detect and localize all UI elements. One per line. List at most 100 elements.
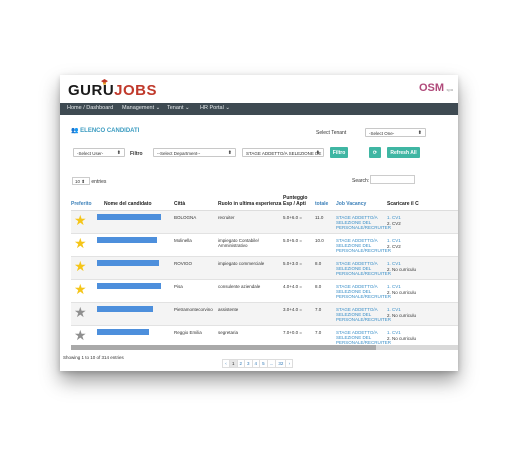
col-citta[interactable]: Città	[174, 201, 185, 207]
nav-item-hr-portal[interactable]: HR Portal ⌄	[200, 105, 230, 111]
favorite-star-icon[interactable]: ★	[74, 328, 87, 342]
user-select-value: -Select User-	[77, 151, 104, 156]
col-preferito[interactable]: Preferito	[71, 201, 92, 207]
table-row[interactable]: ★ Molinella impiegato Contabile/ Amministr…	[71, 234, 458, 257]
table-row[interactable]: ★ BOLOGNA recruiter 5.0+6.0 = 11.0 STAGE ADDE…	[71, 211, 458, 234]
filtro-button[interactable]: Filtro	[330, 147, 348, 158]
cv2-entry[interactable]: 2. No curriculu	[387, 313, 416, 318]
page-button[interactable]: ›	[285, 359, 294, 368]
col-scaricare[interactable]: Scaricare il C	[387, 201, 419, 207]
col-job-vacancy[interactable]: Job Vacancy	[336, 201, 366, 207]
cell-job-vacancy-link[interactable]: STAGE ADDETTO/A SELEZIONE DEL PERSONALE/…	[336, 284, 391, 299]
app-window: GURUJOBS OSM spa Home / Dashboard Manage…	[60, 75, 458, 371]
col-ruolo[interactable]: Ruolo in ultima esperienza	[218, 201, 281, 207]
entries-select[interactable]: 10 ⬍	[72, 177, 90, 185]
cell-job-vacancy-link[interactable]: STAGE ADDETTO/A SELEZIONE DEL PERSONALE/…	[336, 238, 391, 253]
nav-item-home[interactable]: Home / Dashboard	[67, 105, 113, 111]
cv2-entry[interactable]: 2. No curriculu	[387, 290, 416, 295]
refresh-icon-button[interactable]: ⟳	[369, 147, 381, 158]
cell-job-vacancy-link[interactable]: STAGE ADDETTO/A SELEZIONE DEL PERSONALE/…	[336, 307, 391, 322]
cv2-entry[interactable]: 2. No curriculu	[387, 336, 416, 341]
cell-job-vacancy-link[interactable]: STAGE ADDETTO/A SELEZIONE DEL PERSONALE/…	[336, 215, 391, 230]
cell-city: BOLOGNA	[174, 215, 197, 220]
favorite-star-icon[interactable]: ★	[74, 236, 87, 250]
search-label: Search:	[352, 178, 370, 184]
users-icon: 👥	[71, 128, 79, 134]
stage-select[interactable]: STAGE ADDETTO/A SELEZIONE DE ⬍	[242, 148, 324, 157]
candidate-name-redacted[interactable]	[97, 329, 149, 335]
department-select[interactable]: --Select Department-- ⬍	[153, 148, 236, 157]
cell-job-vacancy-link[interactable]: STAGE ADDETTO/A SELEZIONE DEL PERSONALE/…	[336, 330, 391, 345]
col-punteggio[interactable]: Punteggio Esp / Apti	[283, 195, 307, 207]
page-title-text: ELENCO CANDIDATI	[80, 128, 140, 134]
table-header: Preferito Nome del candidato Città Ruolo…	[71, 193, 458, 211]
cell-total: 10.0	[315, 238, 324, 243]
table-info: Showing 1 to 10 of 314 entries	[63, 355, 124, 360]
cv1-link[interactable]: 1. CV1	[387, 307, 401, 312]
entries-select-value: 10	[75, 179, 81, 184]
refresh-icon: ⟳	[372, 150, 378, 156]
refresh-all-button[interactable]: Refresh All	[387, 147, 420, 158]
cell-role: impiegato commerciale	[218, 261, 265, 266]
candidate-name-redacted[interactable]	[97, 283, 161, 289]
cell-score: 5.0+3.0 =	[283, 261, 303, 266]
pagination: ‹ 1 2 3 4 5... 32 ›	[222, 359, 294, 368]
select-caret-icon: ⬍	[227, 150, 232, 156]
graduation-hat-icon	[101, 79, 108, 85]
candidate-name-redacted[interactable]	[97, 214, 161, 220]
filtro-label: Filtro	[130, 151, 143, 157]
favorite-star-icon[interactable]: ★	[74, 305, 87, 319]
favorite-star-icon[interactable]: ★	[74, 282, 87, 296]
entries-label: entries	[91, 179, 107, 185]
cv2-entry[interactable]: 2. CV2	[387, 221, 401, 226]
candidate-name-redacted[interactable]	[97, 306, 153, 312]
page-title: 👥 ELENCO CANDIDATI	[71, 127, 139, 134]
cell-score: 4.0+4.0 =	[283, 284, 303, 289]
user-select[interactable]: -Select User- ⬍	[73, 148, 125, 157]
cv1-link[interactable]: 1. CV1	[387, 238, 401, 243]
table-row[interactable]: ★ ROVIGO impiegato commerciale 5.0+3.0 = 8.0…	[71, 257, 458, 280]
col-totale[interactable]: totale	[315, 201, 328, 207]
cv2-entry[interactable]: 2. No curriculu	[387, 267, 416, 272]
tenant-select[interactable]: -Select One- ⬍	[365, 128, 426, 137]
logo-text-jobs: JOBS	[114, 82, 158, 99]
cell-role: segretaria	[218, 330, 239, 335]
scrollbar-thumb[interactable]	[71, 345, 376, 350]
cell-total: 7.0	[315, 307, 322, 312]
osm-logo: OSM	[418, 82, 444, 94]
cell-role: recruiter	[218, 215, 235, 220]
cv1-link[interactable]: 1. CV1	[387, 330, 401, 335]
search-input[interactable]	[370, 175, 415, 184]
cell-role: consulente aziendale	[218, 284, 261, 289]
department-select-value: --Select Department--	[157, 151, 201, 156]
table-row[interactable]: ★ Pisa consulente aziendale 4.0+4.0 = 8.0 STA…	[71, 280, 458, 303]
gurujobs-logo[interactable]: GURUJOBS	[68, 79, 158, 99]
cell-total: 8.0	[315, 284, 322, 289]
osm-logo-sub: spa	[446, 87, 453, 92]
cv2-entry[interactable]: 2. CV2	[387, 244, 401, 249]
header: GURUJOBS OSM spa	[60, 75, 458, 103]
cell-job-vacancy-link[interactable]: STAGE ADDETTO/A SELEZIONE DEL PERSONALE/…	[336, 261, 391, 276]
entries-control: 10 ⬍ entries	[72, 177, 106, 185]
cv1-link[interactable]: 1. CV1	[387, 284, 401, 289]
col-nome[interactable]: Nome del candidato	[104, 201, 152, 207]
cv1-link[interactable]: 1. CV1	[387, 215, 401, 220]
candidate-name-redacted[interactable]	[97, 260, 159, 266]
favorite-star-icon[interactable]: ★	[74, 213, 87, 227]
cell-total: 11.0	[315, 215, 324, 220]
tenant-select-value: -Select One-	[369, 131, 395, 136]
nav-item-tenant[interactable]: Tenant ⌄	[167, 105, 190, 111]
cell-score: 3.0+4.0 =	[283, 307, 303, 312]
horizontal-scrollbar[interactable]	[71, 345, 458, 350]
cv1-link[interactable]: 1. CV1	[387, 261, 401, 266]
table-row[interactable]: ★ Pietramontecorvino assistente 3.0+4.0 = 7.…	[71, 303, 458, 326]
favorite-star-icon[interactable]: ★	[74, 259, 87, 273]
cell-score: 5.0+5.0 =	[283, 238, 303, 243]
cell-score: 7.0+0.0 =	[283, 330, 303, 335]
select-caret-icon: ⬍	[417, 130, 422, 136]
nav-item-management[interactable]: Management ⌄	[122, 105, 160, 111]
cell-total: 7.0	[315, 330, 322, 335]
cell-city: Pisa	[174, 284, 183, 289]
select-caret-icon: ⬍	[116, 150, 121, 156]
candidate-name-redacted[interactable]	[97, 237, 157, 243]
